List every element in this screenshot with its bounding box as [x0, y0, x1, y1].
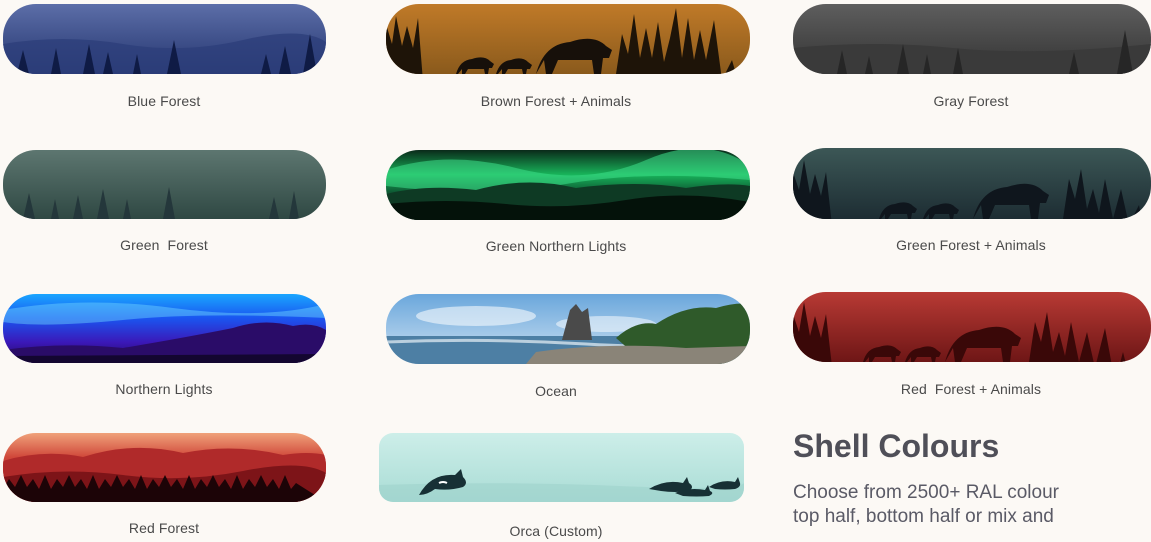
caption-ocean: Ocean	[535, 383, 577, 399]
caption-red-forest-animals: Red Forest + Animals	[900, 381, 1042, 397]
green-northern-lights-swatch[interactable]	[386, 150, 750, 220]
shell-colours-heading: Shell Colours	[793, 428, 1000, 464]
caption-gray-forest: Gray Forest	[933, 93, 1009, 109]
caption-red-forest: Red Forest	[128, 520, 200, 536]
shell-colours-line-2: top half, bottom half or mix and	[793, 506, 1054, 527]
red-forest-animals-swatch[interactable]	[793, 292, 1151, 362]
red-forest-swatch[interactable]	[3, 433, 326, 502]
caption-northern-lights: Northern Lights	[115, 381, 213, 397]
caption-brown-forest-animals: Brown Forest + Animals	[480, 93, 632, 109]
green-forest-animals-swatch[interactable]	[793, 148, 1151, 219]
brown-forest-animals-swatch[interactable]	[386, 4, 750, 74]
gray-forest-swatch[interactable]	[793, 4, 1151, 74]
caption-green-forest-animals: Green Forest + Animals	[896, 237, 1046, 253]
blue-forest-swatch[interactable]	[3, 4, 326, 74]
shell-colours-line-1: Choose from 2500+ RAL colour	[793, 482, 1059, 503]
caption-orca-custom: Orca (Custom)	[509, 523, 603, 539]
shell-colours-description: Choose from 2500+ RAL colour top half, b…	[793, 481, 1151, 529]
green-forest-swatch[interactable]	[3, 150, 326, 219]
caption-blue-forest: Blue Forest	[127, 93, 201, 109]
northern-lights-swatch[interactable]	[3, 294, 326, 363]
caption-green-northern-lights: Green Northern Lights	[485, 238, 627, 254]
caption-green-forest: Green Forest	[120, 237, 208, 253]
orca-custom-swatch[interactable]	[379, 433, 744, 502]
ocean-swatch[interactable]	[386, 294, 750, 364]
